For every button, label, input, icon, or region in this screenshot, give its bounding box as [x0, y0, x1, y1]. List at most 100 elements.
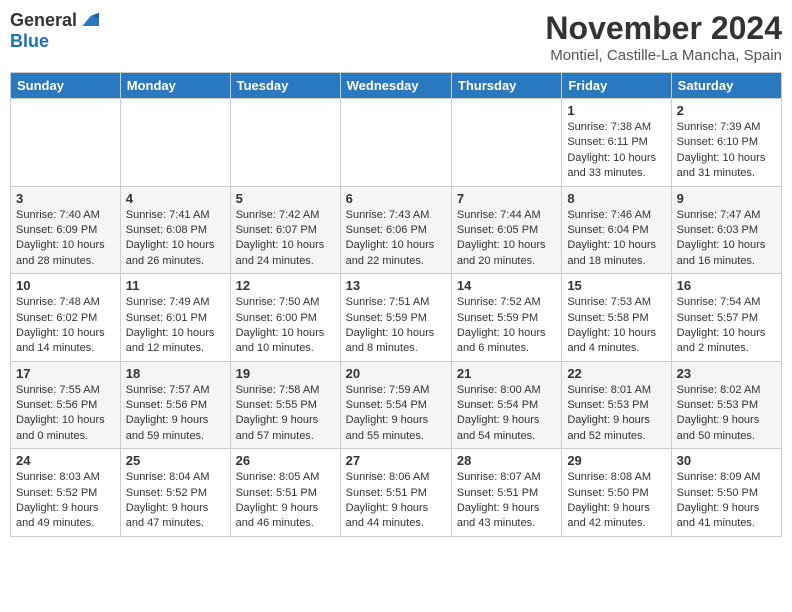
day-number: 9 [677, 191, 776, 206]
calendar-cell: 11 Sunrise: 7:49 AM Sunset: 6:01 PM Dayli… [120, 274, 230, 362]
day-of-week-header: Saturday [671, 73, 781, 99]
day-number: 17 [16, 366, 115, 381]
day-info: Sunrise: 7:40 AM Sunset: 6:09 PM Dayligh… [16, 208, 115, 270]
calendar-week-row: 24Sunrise: 8:03 AM Sunset: 5:52 PM Dayli… [11, 449, 782, 537]
day-info: Sunrise: 7:39 AM Sunset: 6:10 PM Dayligh… [677, 120, 776, 182]
day-number: 18 [126, 366, 225, 381]
calendar-cell: 5 Sunrise: 7:42 AM Sunset: 6:07 PM Daylig… [230, 186, 340, 274]
calendar-cell: 17 Sunrise: 7:55 AM Sunset: 5:56 PM Dayli… [11, 361, 121, 449]
day-number: 15 [567, 278, 665, 293]
calendar-cell [230, 99, 340, 187]
calendar-table: SundayMondayTuesdayWednesdayThursdayFrid… [10, 72, 782, 537]
calendar-week-row: 1Sunrise: 7:38 AM Sunset: 6:11 PM Daylig… [11, 99, 782, 187]
day-of-week-header: Sunday [11, 73, 121, 99]
calendar-cell: 22 Sunrise: 8:01 AM Sunset: 5:53 PM Dayli… [562, 361, 671, 449]
day-info: Sunrise: 7:58 AM Sunset: 5:55 PM Dayligh… [236, 383, 335, 445]
calendar-cell: 29Sunrise: 8:08 AM Sunset: 5:50 PM Dayli… [562, 449, 671, 537]
day-number: 16 [677, 278, 776, 293]
day-number: 3 [16, 191, 115, 206]
day-info: Sunrise: 7:54 AM Sunset: 5:57 PM Dayligh… [677, 295, 776, 357]
day-of-week-header: Monday [120, 73, 230, 99]
calendar-header-row: SundayMondayTuesdayWednesdayThursdayFrid… [11, 73, 782, 99]
day-info: Sunrise: 7:42 AM Sunset: 6:07 PM Dayligh… [236, 208, 335, 270]
calendar-cell: 12Sunrise: 7:50 AM Sunset: 6:00 PM Dayli… [230, 274, 340, 362]
day-number: 22 [567, 366, 665, 381]
calendar-cell: 20 Sunrise: 7:59 AM Sunset: 5:54 PM Dayli… [340, 361, 451, 449]
calendar-cell: 9Sunrise: 7:47 AM Sunset: 6:03 PM Daylig… [671, 186, 781, 274]
day-number: 19 [236, 366, 335, 381]
calendar-cell: 21 Sunrise: 8:00 AM Sunset: 5:54 PM Dayli… [451, 361, 561, 449]
day-number: 10 [16, 278, 115, 293]
day-info: Sunrise: 7:59 AM Sunset: 5:54 PM Dayligh… [346, 383, 446, 445]
calendar-cell: 4Sunrise: 7:41 AM Sunset: 6:08 PM Daylig… [120, 186, 230, 274]
day-info: Sunrise: 7:43 AM Sunset: 6:06 PM Dayligh… [346, 208, 446, 270]
day-number: 13 [346, 278, 446, 293]
day-info: Sunrise: 7:52 AM Sunset: 5:59 PM Dayligh… [457, 295, 556, 357]
day-info: Sunrise: 8:01 AM Sunset: 5:53 PM Dayligh… [567, 383, 665, 445]
day-number: 7 [457, 191, 556, 206]
day-info: Sunrise: 7:41 AM Sunset: 6:08 PM Dayligh… [126, 208, 225, 270]
logo-blue: Blue [10, 31, 49, 52]
day-info: Sunrise: 7:55 AM Sunset: 5:56 PM Dayligh… [16, 383, 115, 445]
day-number: 25 [126, 453, 225, 468]
calendar-cell: 26 Sunrise: 8:05 AM Sunset: 5:51 PM Dayli… [230, 449, 340, 537]
calendar-cell [11, 99, 121, 187]
day-of-week-header: Wednesday [340, 73, 451, 99]
day-number: 12 [236, 278, 335, 293]
title-block: November 2024 Montiel, Castille-La Manch… [545, 10, 782, 64]
calendar-cell: 8 Sunrise: 7:46 AM Sunset: 6:04 PM Daylig… [562, 186, 671, 274]
day-info: Sunrise: 8:03 AM Sunset: 5:52 PM Dayligh… [16, 470, 115, 532]
day-of-week-header: Tuesday [230, 73, 340, 99]
day-number: 2 [677, 103, 776, 118]
day-number: 29 [567, 453, 665, 468]
day-info: Sunrise: 7:38 AM Sunset: 6:11 PM Dayligh… [567, 120, 665, 182]
calendar-cell: 10 Sunrise: 7:48 AM Sunset: 6:02 PM Dayli… [11, 274, 121, 362]
calendar-cell: 27 Sunrise: 8:06 AM Sunset: 5:51 PM Dayli… [340, 449, 451, 537]
calendar-cell: 15 Sunrise: 7:53 AM Sunset: 5:58 PM Dayli… [562, 274, 671, 362]
day-info: Sunrise: 7:44 AM Sunset: 6:05 PM Dayligh… [457, 208, 556, 270]
day-of-week-header: Friday [562, 73, 671, 99]
logo-icon [79, 11, 99, 31]
calendar-cell [120, 99, 230, 187]
day-number: 21 [457, 366, 556, 381]
day-info: Sunrise: 7:49 AM Sunset: 6:01 PM Dayligh… [126, 295, 225, 357]
calendar-cell: 2 Sunrise: 7:39 AM Sunset: 6:10 PM Daylig… [671, 99, 781, 187]
day-number: 20 [346, 366, 446, 381]
calendar-week-row: 3 Sunrise: 7:40 AM Sunset: 6:09 PM Daylig… [11, 186, 782, 274]
day-info: Sunrise: 8:02 AM Sunset: 5:53 PM Dayligh… [677, 383, 776, 445]
calendar-cell: 13 Sunrise: 7:51 AM Sunset: 5:59 PM Dayli… [340, 274, 451, 362]
calendar-cell: 24Sunrise: 8:03 AM Sunset: 5:52 PM Dayli… [11, 449, 121, 537]
day-info: Sunrise: 7:48 AM Sunset: 6:02 PM Dayligh… [16, 295, 115, 357]
day-info: Sunrise: 7:46 AM Sunset: 6:04 PM Dayligh… [567, 208, 665, 270]
calendar-cell: 6Sunrise: 7:43 AM Sunset: 6:06 PM Daylig… [340, 186, 451, 274]
day-info: Sunrise: 8:05 AM Sunset: 5:51 PM Dayligh… [236, 470, 335, 532]
day-info: Sunrise: 7:51 AM Sunset: 5:59 PM Dayligh… [346, 295, 446, 357]
calendar-week-row: 17 Sunrise: 7:55 AM Sunset: 5:56 PM Dayli… [11, 361, 782, 449]
calendar-week-row: 10 Sunrise: 7:48 AM Sunset: 6:02 PM Dayli… [11, 274, 782, 362]
calendar-cell: 19 Sunrise: 7:58 AM Sunset: 5:55 PM Dayli… [230, 361, 340, 449]
calendar-cell: 14Sunrise: 7:52 AM Sunset: 5:59 PM Dayli… [451, 274, 561, 362]
day-info: Sunrise: 8:06 AM Sunset: 5:51 PM Dayligh… [346, 470, 446, 532]
day-number: 30 [677, 453, 776, 468]
page-header: General Blue November 2024 Montiel, Cast… [10, 10, 782, 64]
day-info: Sunrise: 7:53 AM Sunset: 5:58 PM Dayligh… [567, 295, 665, 357]
day-number: 8 [567, 191, 665, 206]
day-number: 27 [346, 453, 446, 468]
day-of-week-header: Thursday [451, 73, 561, 99]
day-info: Sunrise: 8:00 AM Sunset: 5:54 PM Dayligh… [457, 383, 556, 445]
day-number: 11 [126, 278, 225, 293]
calendar-cell [451, 99, 561, 187]
day-number: 23 [677, 366, 776, 381]
calendar-cell: 7 Sunrise: 7:44 AM Sunset: 6:05 PM Daylig… [451, 186, 561, 274]
month-title: November 2024 [545, 10, 782, 47]
calendar-cell: 16 Sunrise: 7:54 AM Sunset: 5:57 PM Dayli… [671, 274, 781, 362]
calendar-cell: 25Sunrise: 8:04 AM Sunset: 5:52 PM Dayli… [120, 449, 230, 537]
calendar-cell [340, 99, 451, 187]
calendar-cell: 3 Sunrise: 7:40 AM Sunset: 6:09 PM Daylig… [11, 186, 121, 274]
day-info: Sunrise: 8:07 AM Sunset: 5:51 PM Dayligh… [457, 470, 556, 532]
day-number: 5 [236, 191, 335, 206]
day-number: 28 [457, 453, 556, 468]
day-number: 26 [236, 453, 335, 468]
calendar-cell: 1Sunrise: 7:38 AM Sunset: 6:11 PM Daylig… [562, 99, 671, 187]
location: Montiel, Castille-La Mancha, Spain [545, 47, 782, 64]
